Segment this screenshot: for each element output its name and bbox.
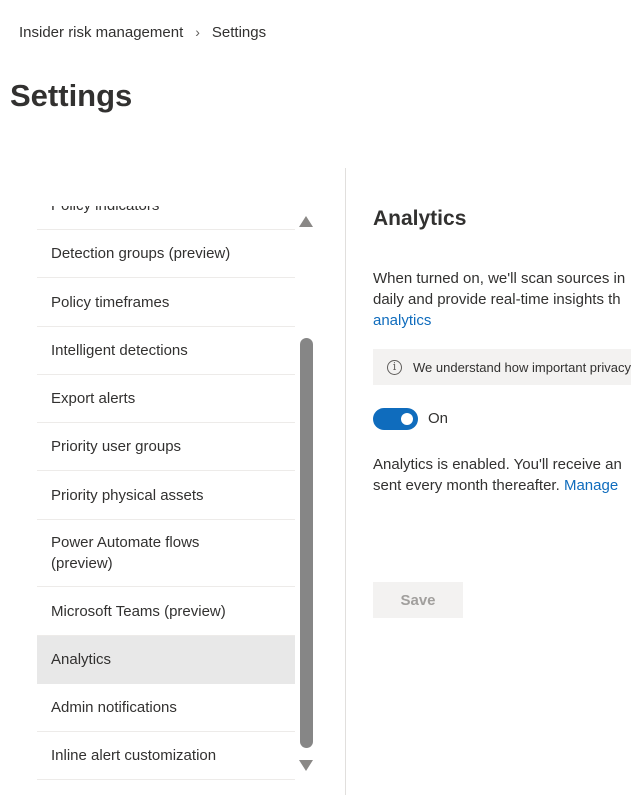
analytics-learn-link[interactable]: analytics [373, 312, 431, 329]
info-bar-text: We understand how important privacy [413, 359, 631, 375]
status-line: sent every month thereafter. Manage [373, 475, 631, 496]
panel-divider [345, 168, 346, 795]
breadcrumb: Insider risk management › Settings [19, 22, 266, 42]
nav-item-microsoft-teams[interactable]: Microsoft Teams (preview) [37, 587, 295, 636]
nav-item-label: Detection groups (preview) [51, 245, 231, 262]
nav-item-label: Inline alert customization [51, 747, 217, 764]
nav-item-label: Intelligent detections [51, 342, 188, 359]
save-button[interactable]: Save [373, 582, 463, 618]
settings-nav: Policy indicators Detection groups (prev… [37, 206, 295, 795]
nav-item-intelligent-detections[interactable]: Intelligent detections [37, 327, 295, 375]
section-title: Analytics [373, 207, 467, 230]
nav-item-power-automate-flows[interactable]: Power Automate flows (preview) [37, 520, 295, 587]
toggle-state-label: On [428, 410, 449, 427]
nav-item-analytics[interactable]: Analytics [37, 636, 295, 684]
nav-item-label: Power Automate flows (preview) [51, 534, 200, 572]
settings-nav-list: Policy indicators Detection groups (prev… [37, 206, 295, 780]
toggle-knob [401, 413, 413, 425]
nav-item-label: Analytics [51, 651, 112, 668]
analytics-status: Analytics is enabled. You'll receive an … [373, 454, 631, 496]
description-line: When turned on, we'll scan sources in [373, 270, 626, 287]
nav-item-label: Priority physical assets [51, 486, 204, 504]
nav-item-policy-timeframes[interactable]: Policy timeframes [37, 278, 295, 327]
nav-item-label: Priority user groups [51, 438, 182, 455]
nav-item-label: Microsoft Teams (preview) [51, 602, 226, 620]
manage-link[interactable]: Manage [564, 477, 618, 494]
nav-item-export-alerts[interactable]: Export alerts [37, 375, 295, 423]
status-line: Analytics is enabled. You'll receive an [373, 456, 622, 473]
scroll-up-arrow-icon[interactable] [299, 216, 313, 227]
nav-item-policy-indicators[interactable]: Policy indicators [37, 206, 295, 230]
description-line: daily and provide real-time insights th [373, 291, 621, 308]
nav-item-detection-groups[interactable]: Detection groups (preview) [37, 230, 295, 278]
page-title: Settings [10, 78, 133, 113]
breadcrumb-insider-risk-management[interactable]: Insider risk management [19, 24, 183, 41]
nav-item-label: Admin notifications [51, 699, 177, 716]
nav-item-priority-user-groups[interactable]: Priority user groups [37, 423, 295, 471]
nav-item-inline-alert-customization[interactable]: Inline alert customization [37, 732, 295, 780]
nav-item-admin-notifications[interactable]: Admin notifications [37, 684, 295, 732]
chevron-right-icon: › [195, 24, 200, 40]
scrollbar-thumb[interactable] [300, 338, 313, 748]
nav-item-label: Export alerts [51, 390, 136, 407]
scroll-down-arrow-icon[interactable] [299, 760, 313, 771]
breadcrumb-settings: Settings [211, 23, 267, 41]
analytics-description: When turned on, we'll scan sources in da… [373, 268, 631, 331]
status-line-text: sent every month thereafter. [373, 477, 560, 494]
nav-item-label: Policy indicators [51, 206, 159, 214]
info-icon: i [387, 359, 402, 375]
nav-item-priority-physical-assets[interactable]: Priority physical assets [37, 471, 295, 520]
analytics-toggle[interactable] [373, 408, 418, 430]
privacy-info-bar: i We understand how important privacy [373, 349, 631, 385]
nav-item-label: Policy timeframes [51, 293, 170, 311]
